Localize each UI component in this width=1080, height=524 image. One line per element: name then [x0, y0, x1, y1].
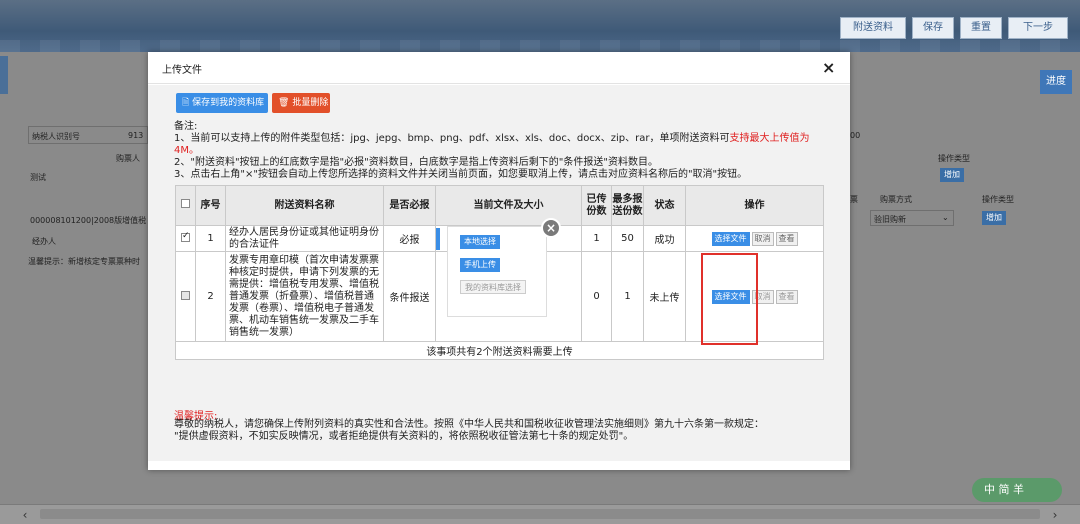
- notes-line-1-text: 1、当前可以支持上传的附件类型包括：jpg、jepg、bmp、png、pdf、x…: [174, 133, 730, 144]
- popup-close-icon[interactable]: ×: [541, 218, 561, 238]
- row-uploaded: 1: [581, 225, 612, 252]
- row-name: 经办人居民身份证或其他证明身份的合法证件: [225, 225, 384, 252]
- row-operations: 选择文件 取消 查看: [685, 225, 824, 252]
- col-max: 最多报送份数: [611, 185, 644, 226]
- op-type-label-2: 操作类型: [982, 195, 1014, 204]
- save-to-library-label: 保存到我的资料库: [192, 98, 265, 108]
- local-select-button[interactable]: 本地选择: [460, 235, 500, 249]
- purchase-method-value: 验旧购新: [874, 215, 906, 224]
- row-operations: 选择文件 取消 查看: [685, 251, 824, 342]
- warm-tip-body: 尊敬的纳税人，请您确保上传附列资料的真实性和合法性。按照《中华人民共和国税收征收…: [174, 419, 834, 443]
- close-icon[interactable]: ×: [822, 58, 835, 77]
- next-step-button[interactable]: 下一步: [1008, 17, 1068, 39]
- chevron-down-icon: ⌄: [942, 213, 949, 222]
- row-checkbox[interactable]: [175, 251, 196, 342]
- modal-title: 上传文件: [162, 65, 202, 76]
- right-value: 00: [850, 131, 861, 140]
- notes-heading: 备注:: [174, 121, 198, 132]
- hint-text: 温馨提示：新增核定专票票种时: [28, 257, 140, 266]
- row-index: 1: [195, 225, 226, 252]
- scroll-right-icon[interactable]: ›: [1048, 508, 1062, 522]
- view-button[interactable]: 查看: [775, 231, 798, 246]
- cancel-button[interactable]: 取消: [751, 289, 774, 304]
- taxpayer-id-label: 纳税人识别号: [32, 132, 80, 141]
- col-required: 是否必报: [383, 185, 436, 226]
- row-checkbox[interactable]: [175, 225, 196, 252]
- select-all-checkbox[interactable]: [175, 185, 196, 226]
- table-header-row: 序号 附送资料名称 是否必报 当前文件及大小 已传份数 最多报送份数 状态 操作: [175, 185, 824, 226]
- taxpayer-id-value: 913: [128, 131, 144, 140]
- add-button-2[interactable]: 增加: [982, 211, 1006, 225]
- notes-line-1: 1、当前可以支持上传的附件类型包括：jpg、jepg、bmp、png、pdf、x…: [174, 133, 824, 157]
- warm-tip-line-1: 尊敬的纳税人，请您确保上传附列资料的真实性和合法性。按照《中华人民共和国税收征收…: [174, 419, 764, 430]
- scroll-left-icon[interactable]: ‹: [18, 508, 32, 522]
- row-max: 1: [611, 251, 644, 342]
- record-row-text: 000008101200|2008版增值税: [30, 216, 147, 225]
- row-status: 成功: [643, 225, 686, 252]
- watermark-text: 中 简 羊: [972, 478, 1062, 502]
- save-icon: 🗎: [182, 98, 190, 108]
- notes-block: 备注: 1、当前可以支持上传的附件类型包括：jpg、jepg、bmp、png、p…: [174, 121, 824, 181]
- col-status: 状态: [643, 185, 686, 226]
- modal-header: 上传文件 ×: [148, 52, 850, 84]
- save-button[interactable]: 保存: [912, 17, 954, 39]
- notes-line-3: 3、点击右上角"×"按钮会自动上传您所选择的资料文件并关闭当前页面，如您要取消上…: [174, 169, 748, 180]
- row-status: 未上传: [643, 251, 686, 342]
- phone-upload-button[interactable]: 手机上传: [460, 258, 500, 272]
- col-uploaded: 已传份数: [581, 185, 612, 226]
- op-type-label-1: 操作类型: [938, 154, 970, 163]
- cancel-button[interactable]: 取消: [751, 231, 774, 246]
- library-select-button[interactable]: 我的资料库选择: [460, 280, 526, 294]
- test-value: 测试: [30, 173, 46, 182]
- handler-label: 经办人: [32, 237, 56, 246]
- progress-button[interactable]: 进度: [1040, 70, 1072, 94]
- table-footer-text: 该事项共有2个附送资料需要上传: [175, 341, 824, 360]
- attach-docs-button[interactable]: 附送资料: [840, 17, 906, 39]
- row-required: 必报: [383, 225, 436, 252]
- select-file-button[interactable]: 选择文件: [711, 289, 750, 304]
- batch-delete-button[interactable]: 🗑 批量删除: [272, 93, 330, 113]
- col-operation: 操作: [685, 185, 824, 226]
- trash-icon: 🗑: [278, 98, 290, 108]
- select-file-button[interactable]: 选择文件: [711, 231, 750, 246]
- watermark-logo: 中 简 羊: [972, 470, 1080, 510]
- horizontal-scrollbar[interactable]: ‹ ›: [0, 504, 1080, 524]
- col-index: 序号: [195, 185, 226, 226]
- col-current-file: 当前文件及大小: [435, 185, 582, 226]
- tax-label: 票: [850, 195, 858, 204]
- buyer-label: 购票人: [116, 154, 140, 163]
- purchase-method-label: 购票方式: [880, 195, 912, 204]
- batch-delete-label: 批量删除: [292, 98, 329, 108]
- view-button[interactable]: 查看: [775, 289, 798, 304]
- row-name: 发票专用章印模（首次申请发票票种核定时提供，申请下列发票的无需提供：增值税专用发…: [225, 251, 384, 342]
- upload-source-popup: 本地选择 手机上传 我的资料库选择: [447, 226, 547, 317]
- modal-footer: [148, 461, 850, 470]
- row-uploaded: 0: [581, 251, 612, 342]
- save-to-library-button[interactable]: 🗎 保存到我的资料库: [176, 93, 268, 113]
- current-file-indicator: [436, 227, 440, 250]
- warm-tip-line-2: "提供虚假资料，不如实反映情况，或者拒绝提供有关资料的，将依照税收征管法第七十条…: [174, 431, 634, 442]
- scroll-thumb[interactable]: [40, 509, 1040, 519]
- row-max: 50: [611, 225, 644, 252]
- notes-line-2: 2、"附送资料"按钮上的红底数字是指"必报"资料数目，白底数字是指上传资料后剩下…: [174, 157, 658, 168]
- reset-button[interactable]: 重置: [960, 17, 1002, 39]
- col-name: 附送资料名称: [225, 185, 384, 226]
- side-tab[interactable]: [0, 56, 8, 94]
- add-button-1[interactable]: 增加: [940, 168, 964, 182]
- table-footer-row: 该事项共有2个附送资料需要上传: [175, 341, 824, 360]
- row-required: 条件报送: [383, 251, 436, 342]
- row-index: 2: [195, 251, 226, 342]
